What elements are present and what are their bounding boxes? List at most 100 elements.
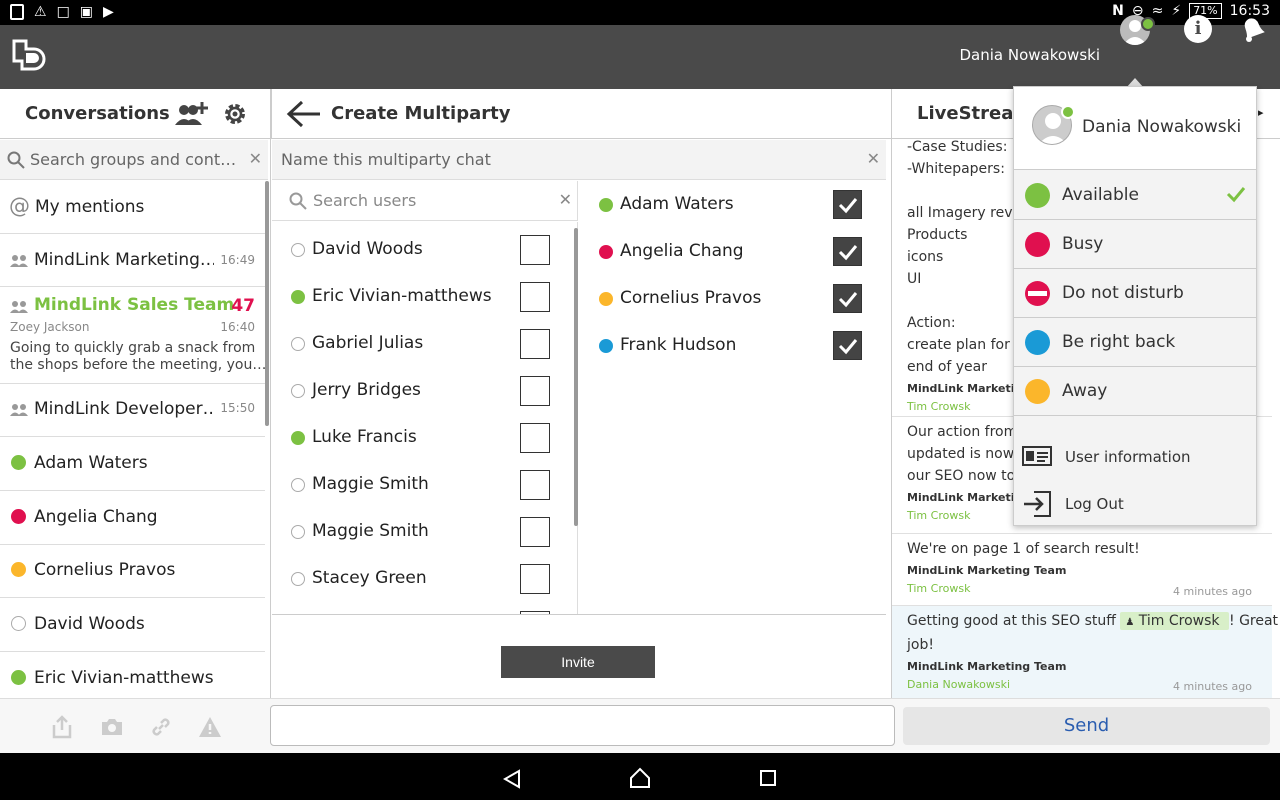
user-row[interactable]: Gabriel Julias [272, 316, 572, 363]
settings-gear-icon[interactable] [222, 101, 248, 127]
mindlink-logo-icon[interactable] [12, 39, 52, 73]
notification-bell-icon[interactable] [1238, 14, 1266, 44]
log-out-item[interactable]: Log Out [1014, 482, 1256, 526]
send-button[interactable]: Send [903, 707, 1270, 745]
back-arrow-icon[interactable] [286, 99, 322, 129]
invite-button[interactable]: Invite [501, 646, 655, 678]
status-dot [11, 616, 26, 631]
header-status-dot [1141, 17, 1155, 31]
user-list-scrollbar[interactable] [574, 228, 578, 526]
user-row[interactable]: David Woods [272, 222, 572, 269]
conversation-item[interactable]: MindLink Marketing… 16:49 [0, 235, 265, 287]
contact-item[interactable]: Cornelius Pravos [0, 546, 265, 598]
multiparty-name-input[interactable]: Name this multiparty chat [281, 150, 491, 169]
user-information-item[interactable]: User information [1014, 435, 1256, 479]
user-checkbox-checked[interactable] [833, 190, 862, 219]
message-input[interactable] [270, 705, 895, 746]
back-nav-icon[interactable] [502, 769, 522, 789]
header-user-name[interactable]: Dania Nowakowski [959, 46, 1100, 64]
status-dot [291, 337, 305, 351]
status-bar: ⚠ □ ▣ ▶ N ⊖ ≈ ⚡ 71% 16:53 [0, 0, 1280, 25]
user-row[interactable]: Maggie Smith [272, 457, 572, 504]
user-checkbox[interactable] [520, 517, 550, 547]
add-contact-icon[interactable] [174, 101, 210, 127]
contact-item[interactable]: Angelia Chang [0, 492, 265, 545]
multiparty-footer: Invite [272, 614, 886, 698]
status-dot [291, 290, 305, 304]
conversation-search[interactable]: Search groups and cont… ✕ [0, 140, 268, 180]
user-checkbox[interactable] [520, 376, 550, 406]
home-nav-icon[interactable] [629, 767, 651, 789]
selected-user-row[interactable]: Adam Waters [580, 181, 880, 228]
camera-icon[interactable] [100, 715, 124, 739]
info-icon[interactable]: i [1184, 15, 1212, 43]
conversation-time: 16:40 [220, 320, 255, 334]
conversation-item[interactable]: MindLink Developer… 15:50 [0, 385, 265, 437]
status-option-available[interactable]: Available [1014, 171, 1256, 220]
user-row[interactable]: Jerry Bridges [272, 363, 572, 410]
conversation-item-active[interactable]: MindLink Sales Team 47 Zoey Jackson 16:4… [0, 288, 266, 384]
user-row[interactable]: Maggie Smith [272, 504, 572, 551]
conversation-name: MindLink Sales Team [34, 295, 235, 315]
share-upload-icon[interactable] [50, 715, 74, 739]
conversations-header: Conversations [0, 89, 270, 139]
selected-user-row[interactable]: Angelia Chang [580, 228, 880, 275]
status-option-away[interactable]: Away [1014, 367, 1256, 416]
user-checkbox-checked[interactable] [833, 237, 862, 266]
stream-message[interactable]: We're on page 1 of search result! MindLi… [892, 534, 1272, 606]
status-dot [291, 243, 305, 257]
user-name: Maggie Smith [312, 521, 429, 541]
mentions-item[interactable]: @ My mentions [0, 181, 265, 234]
clear-search-icon[interactable]: ✕ [249, 149, 262, 168]
log-out-icon [1024, 491, 1051, 517]
user-checkbox[interactable] [520, 329, 550, 359]
user-row[interactable]: Luke Francis [272, 410, 572, 457]
chevron-right-icon[interactable]: ▸ [1258, 106, 1264, 119]
user-checkbox-checked[interactable] [833, 331, 862, 360]
checkmark-icon [838, 292, 858, 308]
user-checkbox[interactable] [520, 235, 550, 265]
id-card-icon [1022, 446, 1052, 466]
status-option-be-right-back[interactable]: Be right back [1014, 318, 1256, 367]
user-checkbox[interactable] [520, 564, 550, 594]
contact-item[interactable]: Adam Waters [0, 438, 265, 491]
user-search[interactable]: Search users ✕ [272, 181, 578, 221]
link-icon[interactable] [149, 715, 173, 739]
contact-item[interactable]: Eric Vivian-matthews [0, 653, 265, 698]
contact-item[interactable]: David Woods [0, 599, 265, 652]
do-not-disturb-icon [1025, 281, 1050, 306]
status-option-do-not-disturb[interactable]: Do not disturb [1014, 269, 1256, 318]
sim-icon [10, 4, 24, 20]
user-checkbox[interactable] [520, 470, 550, 500]
search-icon [7, 151, 25, 169]
alert-priority-icon[interactable] [198, 715, 222, 739]
clear-name-icon[interactable]: ✕ [867, 149, 880, 168]
multiparty-name-field[interactable]: Name this multiparty chat ✕ [272, 140, 886, 180]
recents-nav-icon[interactable] [759, 769, 777, 787]
user-row[interactable]: Eric Vivian-matthews [272, 269, 572, 316]
user-checkbox[interactable] [520, 423, 550, 453]
status-option-busy[interactable]: Busy [1014, 220, 1256, 269]
user-checkbox-checked[interactable] [833, 284, 862, 313]
user-row[interactable]: Stacey Green [272, 551, 572, 598]
stream-message-highlighted[interactable]: Getting good at this SEO stuff ♟ Tim Cro… [892, 606, 1278, 698]
user-mention[interactable]: ♟ Tim Crowsk [1120, 612, 1229, 630]
selected-user-row[interactable]: Cornelius Pravos [580, 275, 880, 322]
status-menu-user-name: Dania Nowakowski [1082, 117, 1242, 137]
user-information-label: User information [1065, 448, 1191, 466]
user-name: Luke Francis [312, 427, 417, 447]
user-search-input[interactable]: Search users [313, 191, 416, 210]
status-dot [291, 431, 305, 445]
clear-user-search-icon[interactable]: ✕ [559, 190, 572, 209]
status-dot [599, 339, 613, 353]
selected-user-row[interactable]: Frank Hudson [580, 322, 880, 369]
mention-name: Tim Crowsk [1138, 613, 1220, 629]
user-row-partial [272, 598, 572, 614]
conversations-scrollbar[interactable] [265, 181, 269, 426]
search-input[interactable]: Search groups and cont… [30, 150, 240, 169]
checkmark-icon [838, 245, 858, 261]
user-name: Eric Vivian-matthews [312, 286, 492, 306]
user-checkbox[interactable] [520, 282, 550, 312]
user-name: Frank Hudson [620, 335, 737, 355]
car-icon: □ [56, 4, 70, 20]
